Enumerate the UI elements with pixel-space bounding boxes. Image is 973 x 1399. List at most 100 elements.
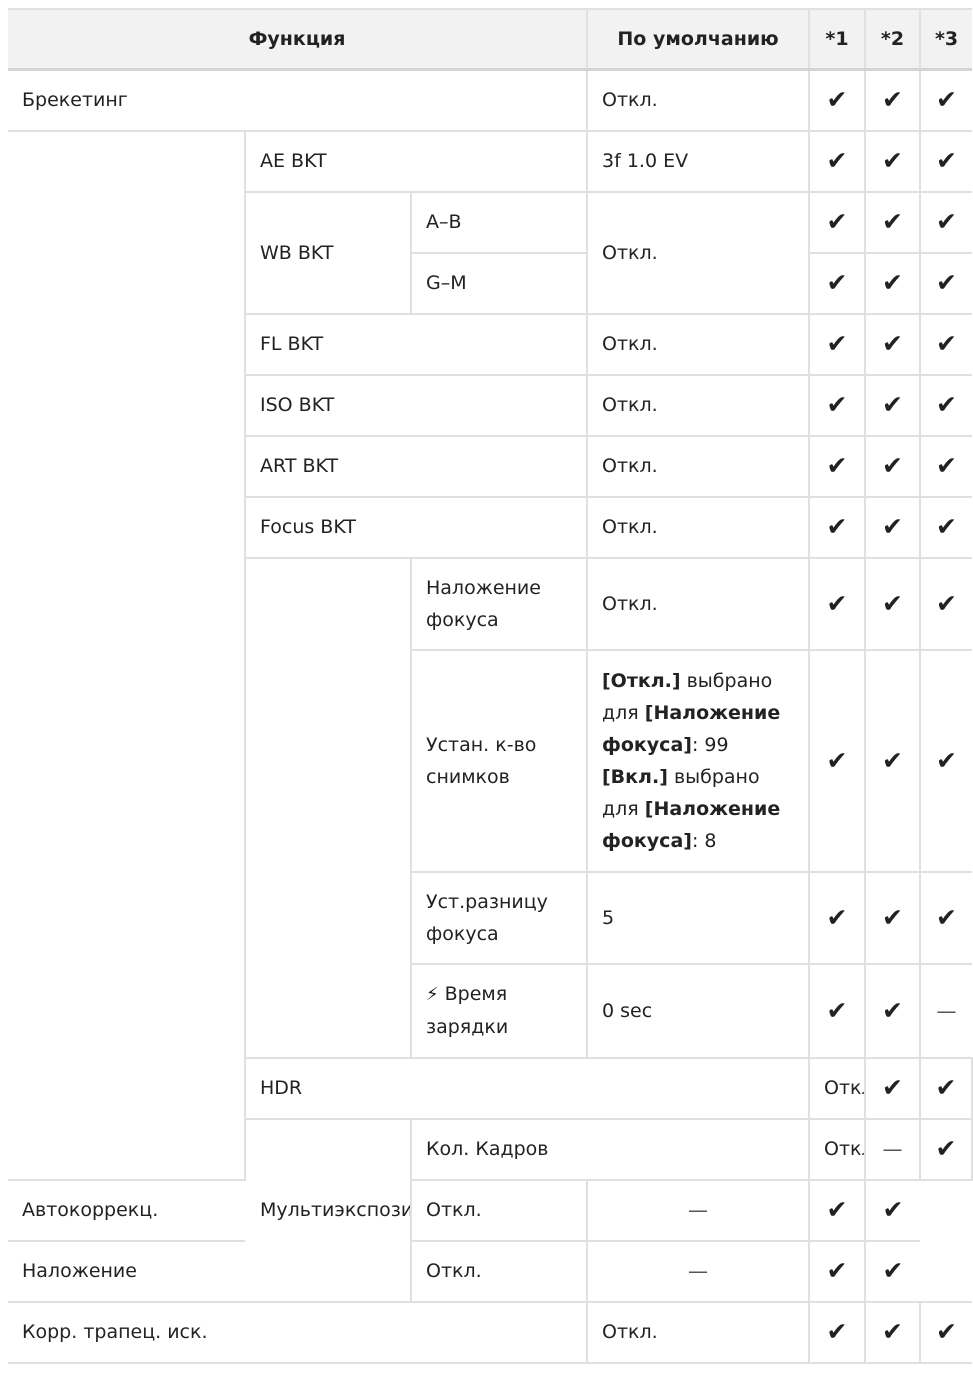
function-cell: FL BKT (245, 312, 588, 376)
function-cell: Брекетинг (8, 68, 588, 132)
check-icon: ✔ (808, 870, 866, 965)
check-icon: ✔ (864, 870, 921, 965)
check-icon: ✔ (808, 434, 866, 498)
check-icon: ✔ (808, 1300, 866, 1364)
check-icon: ✔ (808, 312, 866, 376)
default-cell: Откл. (586, 312, 810, 376)
flash-icon: ⚡ (426, 984, 439, 1005)
header-mode-1: *1 (808, 8, 866, 71)
sub-function-cell: G–M (411, 251, 588, 315)
group-indent-cell (8, 129, 246, 1181)
check-icon: ✔ (864, 648, 921, 873)
function-cell: WB BKT (245, 190, 412, 315)
header-default: По умолчанию (586, 8, 810, 71)
check-icon: ✔ (864, 68, 921, 132)
default-cell: Откл. (586, 68, 810, 132)
check-icon: ✔ (919, 312, 972, 376)
dash-icon: — (919, 962, 972, 1059)
check-icon: ✔ (864, 129, 921, 193)
check-icon: ✔ (808, 190, 866, 254)
check-icon: ✔ (864, 962, 921, 1059)
default-cell: Откл. (410, 1178, 588, 1242)
default-cell: Откл. (586, 556, 810, 651)
check-icon: ✔ (864, 556, 921, 651)
default-cell: Откл. (808, 1117, 866, 1181)
default-cell: [Откл.] выбрано для [Наложение фокуса]: … (586, 648, 810, 873)
function-cell: Корр. трапец. иск. (8, 1300, 588, 1364)
default-cell: Откл. (586, 495, 810, 559)
default-cell: Откл. (410, 1239, 588, 1303)
off-label: [Откл.] (602, 669, 681, 692)
sub-function-cell: Уст.разницу фокуса (411, 870, 588, 965)
check-icon: ✔ (919, 434, 972, 498)
check-icon: ✔ (808, 373, 866, 437)
check-icon: ✔ (919, 556, 972, 651)
check-icon: ✔ (919, 1117, 973, 1181)
check-icon: ✔ (864, 1239, 920, 1303)
table-row: Автокоррекц. Откл. — ✔ ✔ (8, 1178, 972, 1242)
check-icon: ✔ (919, 870, 972, 965)
function-cell: HDR (245, 1056, 810, 1120)
check-icon: ✔ (808, 495, 866, 559)
sub-function-line: Наложение (426, 576, 541, 599)
table-row: Брекетинг Откл. ✔ ✔ ✔ (8, 68, 972, 132)
check-icon: ✔ (919, 1300, 972, 1364)
check-icon: ✔ (808, 1178, 866, 1242)
check-icon: ✔ (919, 648, 972, 873)
check-icon: ✔ (919, 190, 972, 254)
default-cell: Откл. (808, 1056, 866, 1120)
sub-function-line: зарядки (426, 1016, 509, 1038)
check-icon: ✔ (919, 251, 972, 315)
header-function: Функция (8, 8, 588, 71)
check-icon: ✔ (919, 495, 972, 559)
function-cell: Кол. Кадров (410, 1117, 810, 1181)
sub-function-line: фокуса (426, 608, 499, 631)
dash-icon: — (586, 1178, 810, 1242)
sub-function-line: Устан. к-во (426, 733, 537, 756)
default-cell: 3f 1.0 EV (586, 129, 810, 193)
default-cell: 5 (586, 870, 810, 965)
settings-table: Функция По умолчанию *1 *2 *3 Брекетинг … (8, 8, 973, 1364)
check-icon: ✔ (864, 1300, 921, 1364)
check-icon: ✔ (864, 312, 921, 376)
check-icon: ✔ (864, 1178, 920, 1242)
function-cell: AE BKT (244, 129, 588, 193)
check-icon: ✔ (808, 1239, 866, 1303)
sub-function-cell: Устан. к-во снимков (411, 648, 588, 873)
header-mode-2: *2 (864, 8, 921, 71)
check-icon: ✔ (864, 373, 921, 437)
function-cell: Focus BKT (245, 495, 588, 559)
header-row: Функция По умолчанию *1 *2 *3 (8, 8, 972, 71)
check-icon: ✔ (864, 434, 921, 498)
check-icon: ✔ (919, 373, 972, 437)
header-mode-3: *3 (919, 8, 972, 71)
dash-icon: — (864, 1117, 921, 1181)
check-icon: ✔ (864, 251, 921, 315)
function-cell: ART BKT (245, 434, 588, 498)
table-row: Корр. трапец. иск. Откл. ✔ ✔ ✔ (8, 1300, 972, 1364)
check-icon: ✔ (808, 648, 866, 873)
check-icon: ✔ (808, 962, 866, 1059)
table-row: AE BKT 3f 1.0 EV ✔ ✔ ✔ (8, 129, 972, 1181)
check-icon: ✔ (808, 68, 866, 132)
dash-icon: — (586, 1239, 810, 1303)
check-icon: ✔ (919, 1056, 973, 1120)
default-cell: 0 sec (586, 962, 810, 1059)
default-cell: Откл. (586, 373, 810, 437)
check-icon: ✔ (808, 251, 866, 315)
check-icon: ✔ (808, 129, 866, 193)
group-indent-cell (245, 556, 412, 1059)
function-cell: Наложение (8, 1239, 412, 1303)
check-icon: ✔ (864, 190, 921, 254)
table-row: Наложение Откл. — ✔ ✔ (8, 1239, 972, 1303)
check-icon: ✔ (864, 495, 921, 559)
sub-function-cell: A–B (410, 190, 588, 254)
off-value: : 99 (691, 733, 729, 756)
check-icon: ✔ (808, 556, 866, 651)
sub-function-line: снимков (426, 765, 510, 788)
on-value: : 8 (691, 829, 717, 852)
check-icon: ✔ (864, 1056, 921, 1120)
on-label: [Вкл.] (602, 765, 668, 788)
default-cell: Откл. (586, 190, 810, 315)
check-icon: ✔ (919, 68, 972, 132)
